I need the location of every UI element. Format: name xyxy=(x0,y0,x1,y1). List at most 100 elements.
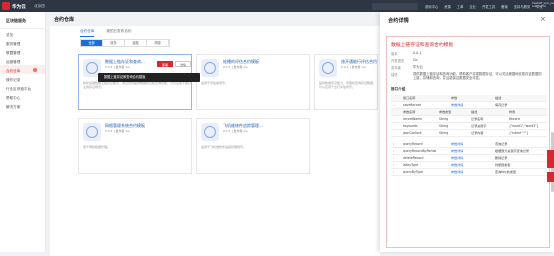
collapse-caret-icon[interactable]: ⌄ xyxy=(393,102,396,109)
interface-section-title: 接口介绍 xyxy=(391,87,406,91)
param-name: recordName xyxy=(403,117,423,121)
user-subline: add/invite xyxy=(532,4,547,9)
method-name: queryRecord xyxy=(403,142,423,146)
brand-name[interactable]: 华为云 xyxy=(12,4,26,10)
sidebar-item-alliance-mgmt[interactable]: 联盟管理 xyxy=(0,47,45,56)
top-link[interactable]: 支持与服务 xyxy=(514,4,530,9)
table-row[interactable]: › queryRecord 参数详情 查询记录 xyxy=(391,141,547,148)
contract-icon xyxy=(319,59,337,77)
field-label: 版本 xyxy=(391,52,398,56)
tab-my-published[interactable]: 我的已发布合约 xyxy=(106,29,131,37)
close-icon[interactable]: × xyxy=(540,15,546,23)
contract-description: 提供数据存证能力，管理和查询存证数据，可以应用于出行评估场景。 xyxy=(319,81,377,90)
tabs: 合约仓库 我的已发布合约 xyxy=(80,29,132,37)
feedback-tab[interactable] xyxy=(547,150,554,168)
top-link[interactable]: 资源 xyxy=(444,4,451,9)
field-label: 发布者 xyxy=(391,66,401,70)
expand-caret-icon[interactable]: › xyxy=(393,162,394,169)
contract-name-tooltip: 数据上链存证和查询合约模板 xyxy=(98,73,200,82)
sidebar-item-contract-repo[interactable]: 合约仓库 xyxy=(0,65,45,74)
sidebar-item-label: 合约仓库 xyxy=(6,69,21,73)
region-selector[interactable]: 北京四 xyxy=(34,4,45,9)
contract-icon xyxy=(201,59,219,77)
param-details-link[interactable]: 参数详情 xyxy=(451,155,463,162)
table-row[interactable]: ⌄ saveRecord 参数详情 保存记录 xyxy=(391,102,547,109)
param-type: String xyxy=(439,117,449,121)
param-table-header: 参数名称 参数类型 描述 样例 xyxy=(391,109,547,116)
contract-icon xyxy=(201,123,219,141)
field-label: 描述 xyxy=(391,73,398,77)
sidebar-item-industry-platform[interactable]: 行业区块链平台 xyxy=(0,83,45,92)
expand-caret-icon[interactable]: › xyxy=(393,148,394,155)
field-value: Go xyxy=(413,58,418,62)
param-details-link[interactable]: 参数详情 xyxy=(451,169,463,176)
contract-meta: 0.0.1 | 发布者 Go xyxy=(341,65,366,69)
category-filter: 全部 政务 金融 溯源 xyxy=(80,39,170,47)
contract-description: 适用于评估类场景。 xyxy=(201,81,229,85)
contract-panel: 合约仓库 我的已发布合约 全部 政务 金融 溯源 数据上链存证和查询… 0.0.… xyxy=(50,26,380,256)
expand-caret-icon[interactable]: › xyxy=(393,141,394,148)
sidebar-item-op-records[interactable]: 操作记录 xyxy=(0,74,45,83)
top-navigation-bar: 华为云 北京四 费用中心 资源 工单 企业 开发工具 备案 支持与服务 中文 h… xyxy=(0,0,554,12)
param-details-link[interactable]: 参数详情 xyxy=(451,148,463,155)
contract-meta: 0.0.1 | 发布者 Go xyxy=(105,65,130,69)
help-tab[interactable] xyxy=(547,172,554,182)
contract-card[interactable]: 旅开通能行评估合约模板 0.0.1 | 发布者 Go 提供数据存证能力，管理和查… xyxy=(314,54,378,110)
field-label: 开发语言 xyxy=(391,59,405,63)
sidebar-item-help[interactable]: 帮助中心 xyxy=(0,92,45,101)
table-row[interactable]: › isKeyType 参数详情 判断键类型 xyxy=(391,162,547,169)
table-row[interactable]: › deleteRecord 参数详情 删除记录 xyxy=(391,155,547,162)
col-header: 接口名称 xyxy=(403,96,416,100)
col-header: 参数类型 xyxy=(439,110,452,114)
method-desc: 根据部分关键字查询记录 xyxy=(495,149,530,153)
top-link[interactable]: 备案 xyxy=(501,4,508,9)
param-details-link[interactable]: 参数详情 xyxy=(451,102,463,109)
filter-finance[interactable]: 金融 xyxy=(125,40,147,46)
param-desc: 记录内容 xyxy=(471,131,484,135)
param-row: recordName String 记录名称 Record xyxy=(391,116,547,123)
sidebar-item-service-mgmt[interactable]: 服务管理 xyxy=(0,38,45,47)
param-row: jsonContent String 记录内容 {"name":""} xyxy=(391,130,547,137)
contract-meta: 0.0.1 | 发布者 Go xyxy=(223,65,248,69)
top-link[interactable]: 开发工具 xyxy=(482,4,495,9)
expand-caret-icon[interactable]: › xyxy=(393,169,394,176)
contract-description: 适用于飞机维修件追踪管理场景。 xyxy=(201,145,247,149)
filter-trace[interactable]: 溯源 xyxy=(147,40,169,46)
contract-meta: 0.0.1 | 发布者 Go xyxy=(223,129,248,133)
user-account-menu[interactable]: hwstaff_pub_jiaoshi01 add/invite xyxy=(532,2,554,9)
sidebar-item-overview[interactable]: 总览 xyxy=(0,29,45,38)
contract-icon xyxy=(83,123,101,141)
table-row[interactable]: › queryRecordByPartial 参数详情 根据部分关键字查询记录 xyxy=(391,148,547,155)
top-links: 费用中心 资源 工单 企业 开发工具 备案 支持与服务 中文 xyxy=(425,4,543,9)
param-details-link[interactable]: 参数详情 xyxy=(451,141,463,148)
sidebar-item-operation-mgmt[interactable]: 运营管理 xyxy=(0,56,45,65)
deploy-button[interactable]: 部署 xyxy=(157,61,173,67)
top-link[interactable]: 企业 xyxy=(469,4,476,9)
global-search-input[interactable] xyxy=(372,2,418,10)
sidebar-title: 区块链服务 xyxy=(0,12,45,29)
param-details-link[interactable]: 参数详情 xyxy=(451,162,463,169)
details-button[interactable]: 详情 xyxy=(175,61,191,67)
expand-caret-icon[interactable]: › xyxy=(393,155,394,162)
drawer-title: 合约详情 xyxy=(388,18,409,24)
param-row: keywords String 记录关键字 {"word1","word2"} xyxy=(391,123,547,130)
filter-all[interactable]: 全部 xyxy=(81,40,103,46)
param-example: Record xyxy=(509,117,520,121)
table-row[interactable]: › queryByType 参数详情 查询Key的类型 xyxy=(391,169,547,176)
page-title: 合约仓库 xyxy=(54,17,75,23)
col-header: 参数 xyxy=(451,96,458,100)
contract-card[interactable]: 飞机维修件追踪管理… 0.0.1 | 发布者 Go 适用于飞机维修件追踪管理场景… xyxy=(196,118,310,174)
top-link[interactable]: 费用中心 xyxy=(425,4,438,9)
tab-contract-repo[interactable]: 合约仓库 xyxy=(80,29,95,37)
main-content: 合约仓库 合约仓库 我的已发布合约 全部 政务 金融 溯源 数据上链存证和查询…… xyxy=(46,12,380,256)
col-header: 样例 xyxy=(509,110,516,114)
huawei-cloud-logo-icon[interactable] xyxy=(2,2,10,10)
contract-card[interactable]: 数据上链存证和查询… 0.0.1 | 发布者 Go 部署 详情 构建基础数据上链… xyxy=(78,54,192,110)
param-example: {"word1","word2"} xyxy=(509,124,539,128)
contract-title: 数据上链存证和查询合约模板 xyxy=(391,43,454,48)
contract-card[interactable]: 网格管理系统合约模板 0.0.1 | 发布者 Go 用于网格数据管理。 xyxy=(78,118,192,174)
top-link[interactable]: 工单 xyxy=(457,4,464,9)
filter-gov[interactable]: 政务 xyxy=(103,40,125,46)
sidebar-item-solutions[interactable]: 解决方案 xyxy=(0,101,45,110)
contract-card[interactable]: 轮播的评估合约模板 0.0.1 | 发布者 Go 适用于评估类场景。 xyxy=(196,54,310,110)
